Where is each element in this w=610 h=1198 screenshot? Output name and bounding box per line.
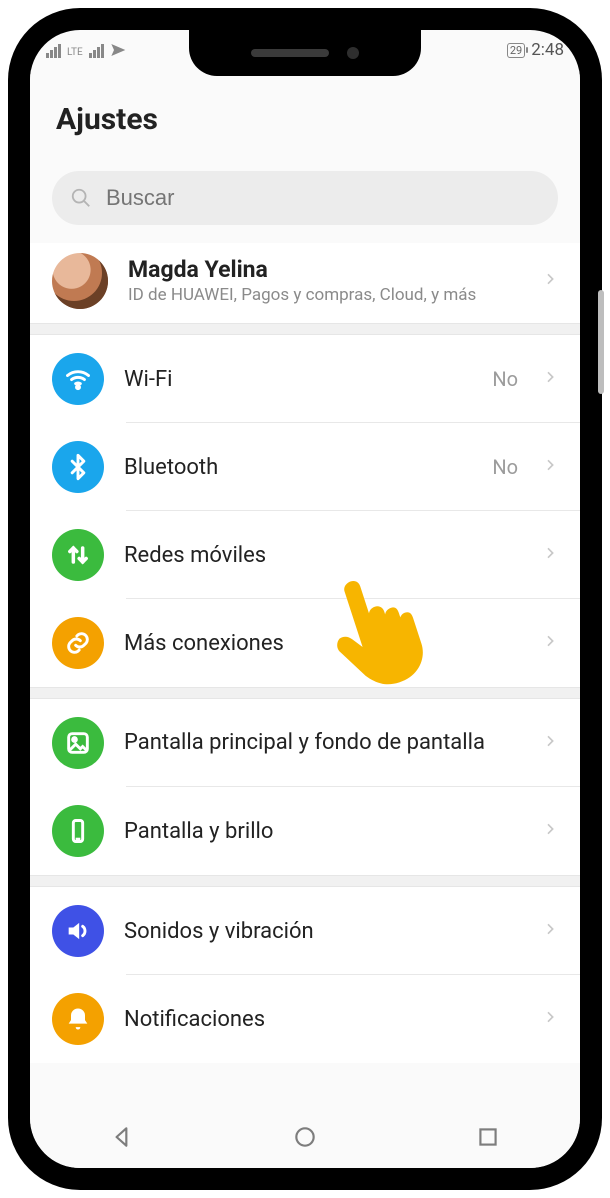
signal-icons: LTE [46,42,126,58]
row-label: Sonidos y vibración [124,919,522,944]
account-name: Magda Yelina [128,256,522,283]
side-button[interactable] [598,290,604,394]
sound-icon [52,905,104,957]
speaker [251,49,329,57]
row-label: Wi-Fi [124,367,472,392]
mobile-data-icon [52,529,104,581]
nav-bar [30,1110,580,1168]
row-sound-vibration[interactable]: Sonidos y vibración [30,887,580,975]
row-notifications[interactable]: Notificaciones [30,975,580,1063]
row-label: Notificaciones [124,1007,522,1032]
chevron-right-icon [542,539,558,571]
front-camera [347,47,359,59]
bluetooth-icon [52,441,104,493]
link-icon [52,617,104,669]
chevron-right-icon [542,627,558,659]
image-icon [52,717,104,769]
send-icon [110,42,126,58]
chevron-right-icon [542,915,558,947]
battery-icon: 29 [507,43,525,58]
chevron-right-icon [542,815,558,847]
chevron-right-icon [542,265,558,297]
row-label: Bluetooth [124,455,472,480]
row-value: No [492,455,518,479]
search-field[interactable] [52,171,558,225]
lte-label: LTE [67,48,83,58]
signal-bars-icon [46,44,61,58]
wifi-icon [52,353,104,405]
clock: 2:48 [531,40,564,60]
account-subtitle: ID de HUAWEI, Pagos y compras, Cloud, y … [128,285,522,306]
row-bluetooth[interactable]: Bluetooth No [30,423,580,511]
phone-frame: LTE 29 2:48 Ajustes Magda Yelina [8,8,602,1190]
row-label: Más conexiones [124,631,522,656]
avatar [52,253,108,309]
chevron-right-icon [542,451,558,483]
row-label: Pantalla y brillo [124,819,522,844]
row-label: Pantalla principal y fondo de pantalla [124,729,522,757]
phone-icon [52,805,104,857]
signal-bars-icon [89,44,104,58]
search-input[interactable] [104,184,540,212]
chevron-right-icon [542,1003,558,1035]
row-home-wallpaper[interactable]: Pantalla principal y fondo de pantalla [30,699,580,787]
row-more-connections[interactable]: Más conexiones [30,599,580,687]
page-title: Ajustes [30,70,580,155]
screen: LTE 29 2:48 Ajustes Magda Yelina [30,30,580,1168]
notch [189,30,421,76]
nav-recent[interactable] [475,1124,501,1154]
chevron-right-icon [542,363,558,395]
account-row[interactable]: Magda Yelina ID de HUAWEI, Pagos y compr… [30,243,580,323]
row-mobile-networks[interactable]: Redes móviles [30,511,580,599]
row-label: Redes móviles [124,543,522,568]
nav-back[interactable] [109,1124,135,1154]
search-icon [70,187,92,209]
row-wifi[interactable]: Wi-Fi No [30,335,580,423]
bell-icon [52,993,104,1045]
row-display-brightness[interactable]: Pantalla y brillo [30,787,580,875]
row-value: No [492,367,518,391]
chevron-right-icon [542,727,558,759]
nav-home[interactable] [292,1124,318,1154]
settings-page: Ajustes Magda Yelina ID de HUAWEI, Pagos… [30,70,580,1063]
